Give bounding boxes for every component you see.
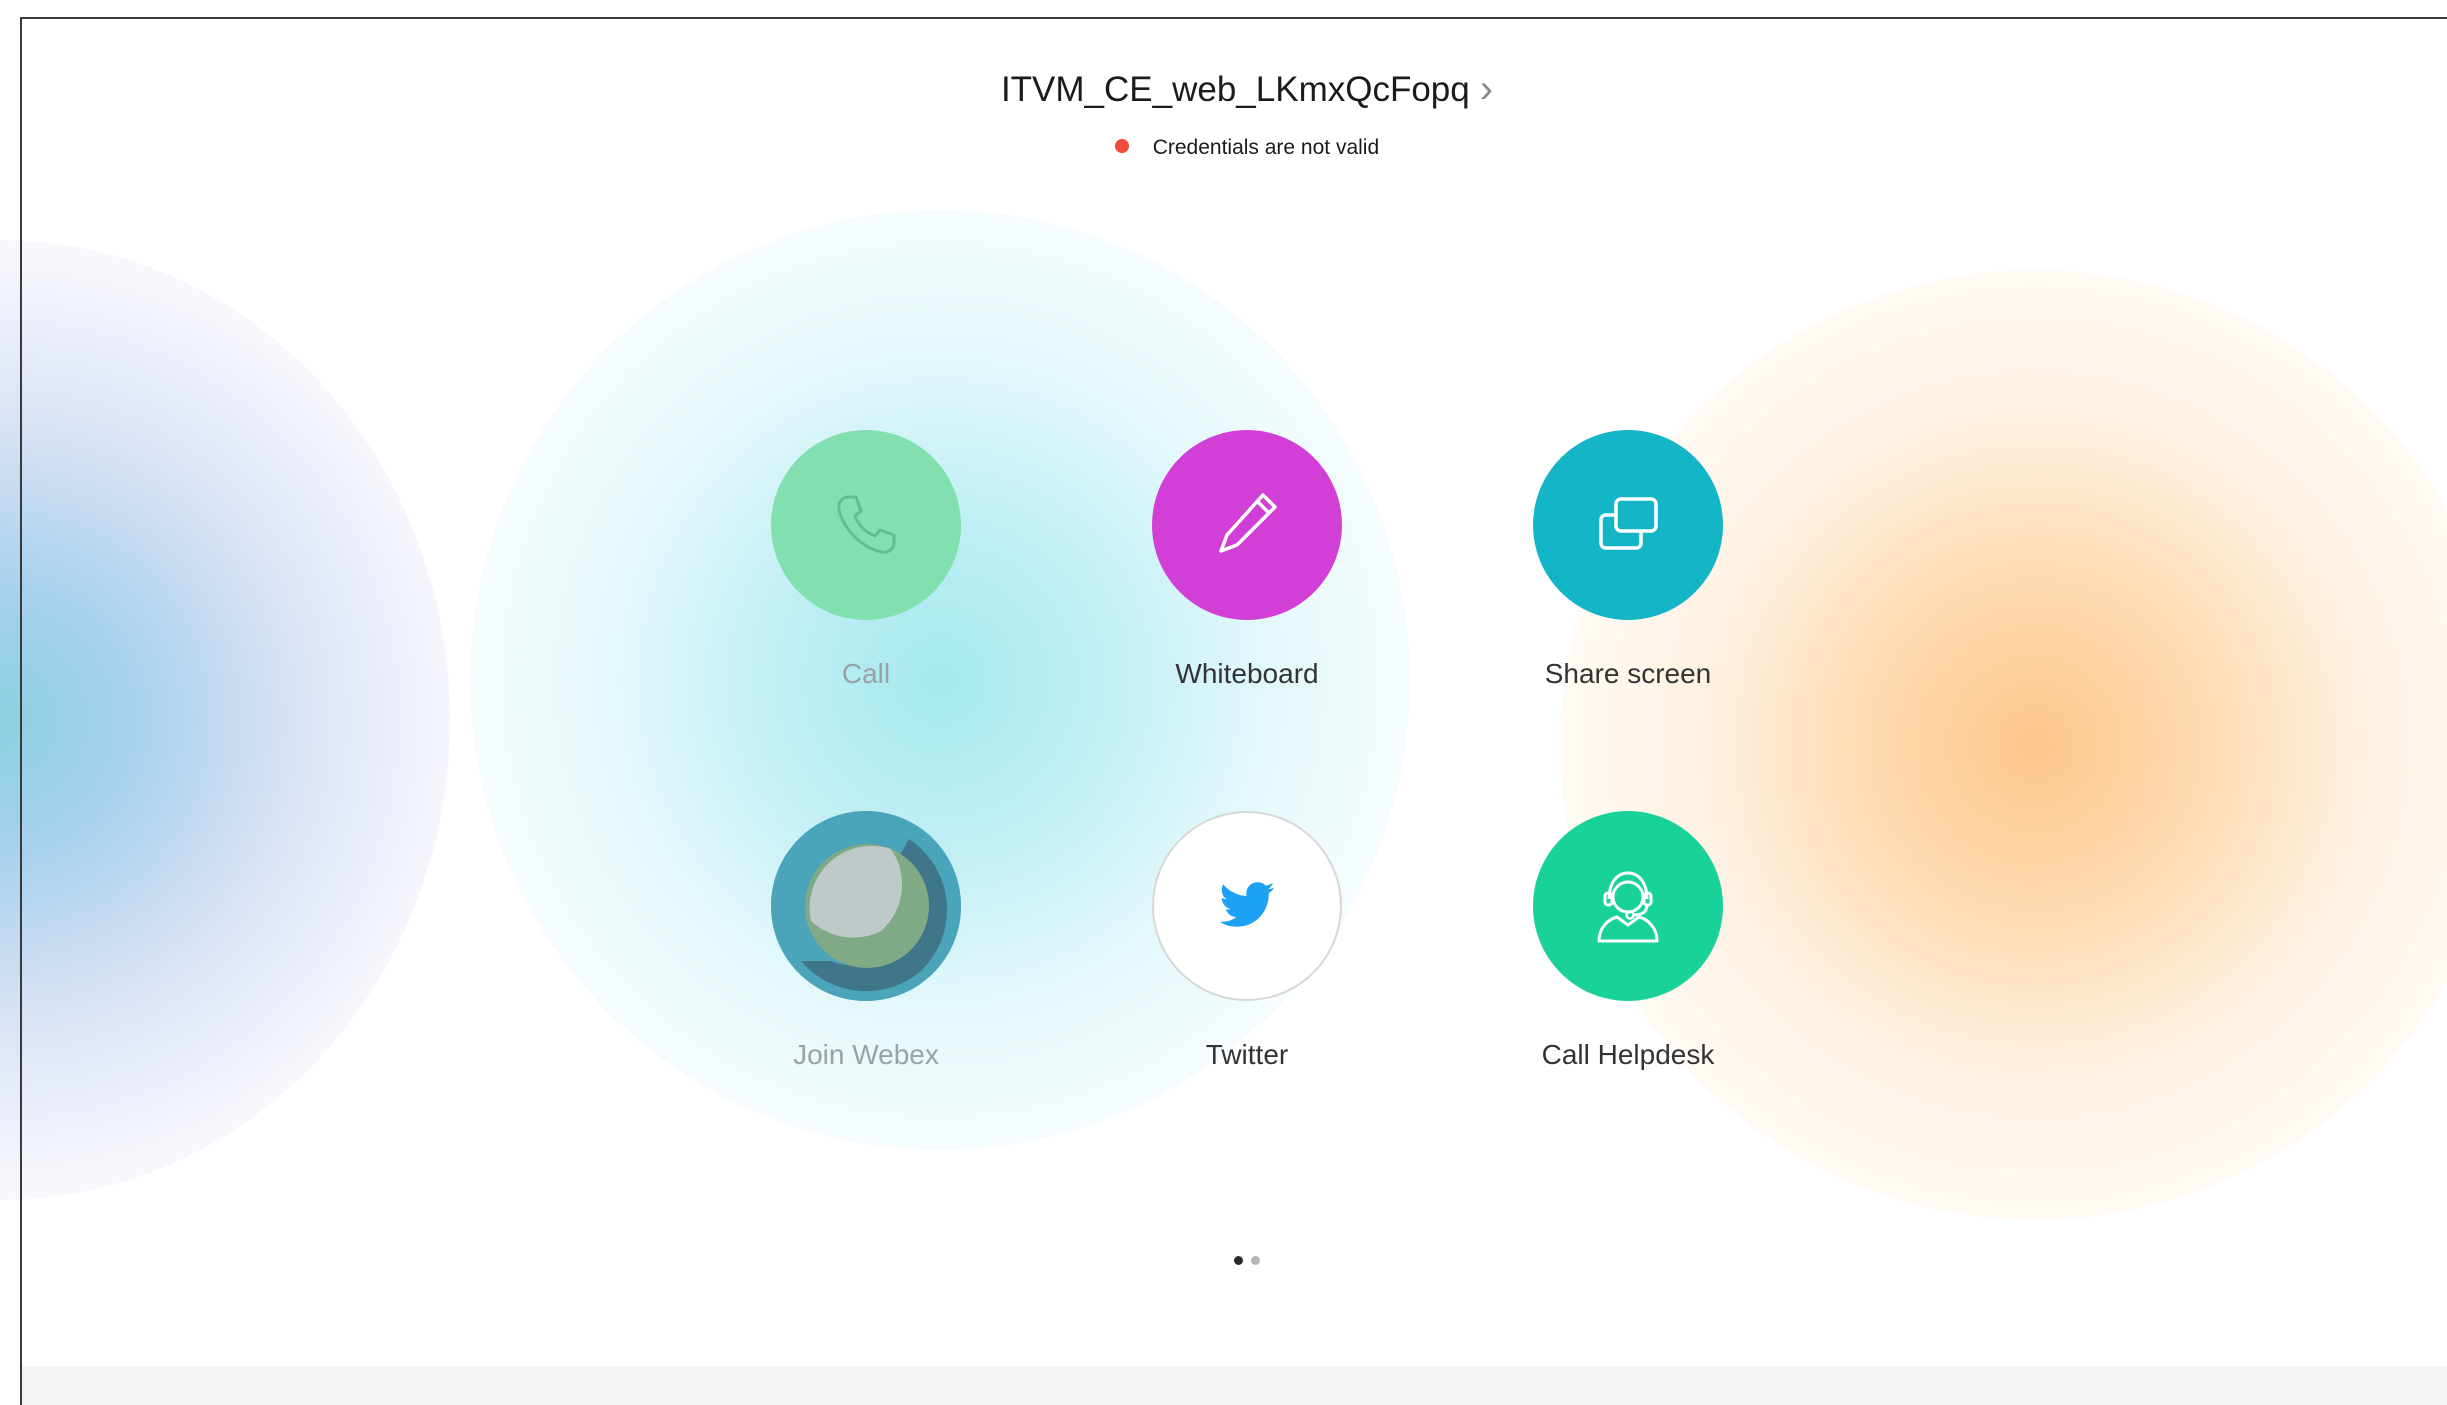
share-screen-tile[interactable]: Share screen xyxy=(1478,430,1778,690)
share-screen-circle[interactable] xyxy=(1533,430,1723,620)
twitter-label: Twitter xyxy=(1205,1039,1289,1070)
device-name-button[interactable]: ITVM_CE_web_LKmxQcFopq › xyxy=(1000,67,1494,111)
twitter-tile[interactable]: Twitter xyxy=(1097,811,1397,1071)
join-webex-circle[interactable] xyxy=(771,811,961,1001)
home-screen: ITVM_CE_web_LKmxQcFopq › Credentials are… xyxy=(0,0,2447,1405)
call-helpdesk-circle[interactable] xyxy=(1533,811,1723,1001)
phone-icon xyxy=(837,495,896,554)
call-tile[interactable]: Call xyxy=(716,430,1016,690)
call-helpdesk-tile[interactable]: Call Helpdesk xyxy=(1478,811,1778,1071)
device-name-text: ITVM_CE_web_LKmxQcFopq xyxy=(1000,70,1470,109)
chevron-right-icon: › xyxy=(1479,67,1494,111)
status-line: Credentials are not valid xyxy=(0,136,2447,160)
frame-border-left xyxy=(20,17,22,1405)
bottom-bar xyxy=(22,1366,2447,1405)
call-label: Call xyxy=(841,658,891,689)
share-screen-icon xyxy=(1599,497,1658,550)
pencil-icon xyxy=(1219,493,1277,553)
whiteboard-label: Whiteboard xyxy=(1175,658,1319,689)
page-indicator xyxy=(1234,1256,1260,1265)
device-header: ITVM_CE_web_LKmxQcFopq › xyxy=(0,67,2447,111)
twitter-bird-icon xyxy=(1219,882,1275,927)
page-dot-1[interactable] xyxy=(1234,1256,1243,1265)
join-webex-label: Join Webex xyxy=(793,1039,939,1070)
share-screen-label: Share screen xyxy=(1544,658,1712,689)
headset-agent-icon xyxy=(1597,871,1659,943)
status-text: Credentials are not valid xyxy=(1152,136,1380,159)
webex-icon xyxy=(771,811,961,1001)
frame-border-top xyxy=(20,17,2447,19)
join-webex-tile[interactable]: Join Webex xyxy=(716,811,1016,1071)
call-helpdesk-label: Call Helpdesk xyxy=(1541,1039,1715,1070)
call-circle[interactable] xyxy=(771,430,961,620)
twitter-circle[interactable] xyxy=(1152,811,1342,1001)
page-dot-2[interactable] xyxy=(1251,1256,1260,1265)
status-indicator-dot xyxy=(1114,139,1129,154)
ambient-glow-right xyxy=(1560,270,2447,1220)
whiteboard-circle[interactable] xyxy=(1152,430,1342,620)
whiteboard-tile[interactable]: Whiteboard xyxy=(1097,430,1397,690)
ambient-glow-left xyxy=(0,240,450,1200)
